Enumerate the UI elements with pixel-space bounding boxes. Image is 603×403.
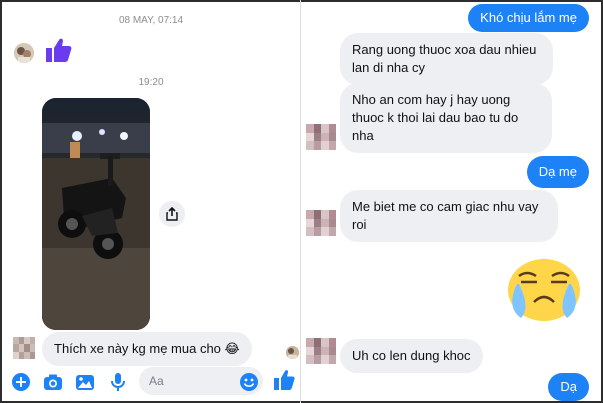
share-icon — [166, 207, 178, 221]
shared-photo[interactable] — [42, 98, 150, 330]
camera-icon[interactable] — [43, 372, 63, 392]
received-message[interactable]: Nho an com hay j hay uong thuoc k thoi l… — [340, 83, 552, 153]
avatar — [306, 124, 336, 150]
share-button[interactable] — [159, 201, 185, 227]
right-chat-panel: Khó chịu lắm mẹ Rang uong thuoc xoa dau … — [302, 0, 601, 403]
avatar — [306, 338, 336, 364]
read-receipt-avatar — [286, 346, 299, 359]
timestamp: 08 MAY, 07:14 — [118, 15, 184, 26]
motorbike-photo — [42, 98, 150, 330]
left-chat-panel: 08 MAY, 07:14 19:20 Thích xe này kg mẹ m… — [2, 0, 300, 403]
like-icon[interactable] — [273, 369, 295, 391]
plus-icon[interactable] — [11, 372, 31, 392]
like-sticker-icon — [44, 37, 72, 68]
sent-message[interactable]: Dạ mẹ — [526, 156, 589, 188]
sent-message[interactable]: Dạ — [548, 373, 589, 401]
microphone-icon[interactable] — [108, 372, 128, 392]
avatar — [306, 210, 336, 236]
received-message[interactable]: Rang uong thuoc xoa dau nhieu lan di nha… — [340, 33, 553, 85]
emoji-icon[interactable] — [239, 372, 259, 392]
avatar — [13, 337, 35, 359]
timestamp: 19:20 — [138, 77, 164, 88]
avatar — [14, 43, 34, 63]
crying-sticker-icon[interactable] — [505, 252, 583, 327]
message-input[interactable] — [139, 367, 235, 395]
panel-divider — [300, 0, 301, 403]
image-icon[interactable] — [75, 372, 95, 392]
sent-message[interactable]: Khó chịu lắm mẹ — [468, 4, 589, 32]
message-bubble[interactable]: Thích xe này kg mẹ mua cho 😂 — [42, 332, 252, 366]
message-composer — [2, 364, 300, 398]
received-message[interactable]: Me biet me co cam giac nhu vay roi — [340, 190, 558, 242]
received-message[interactable]: Uh co len dung khoc — [340, 339, 483, 373]
